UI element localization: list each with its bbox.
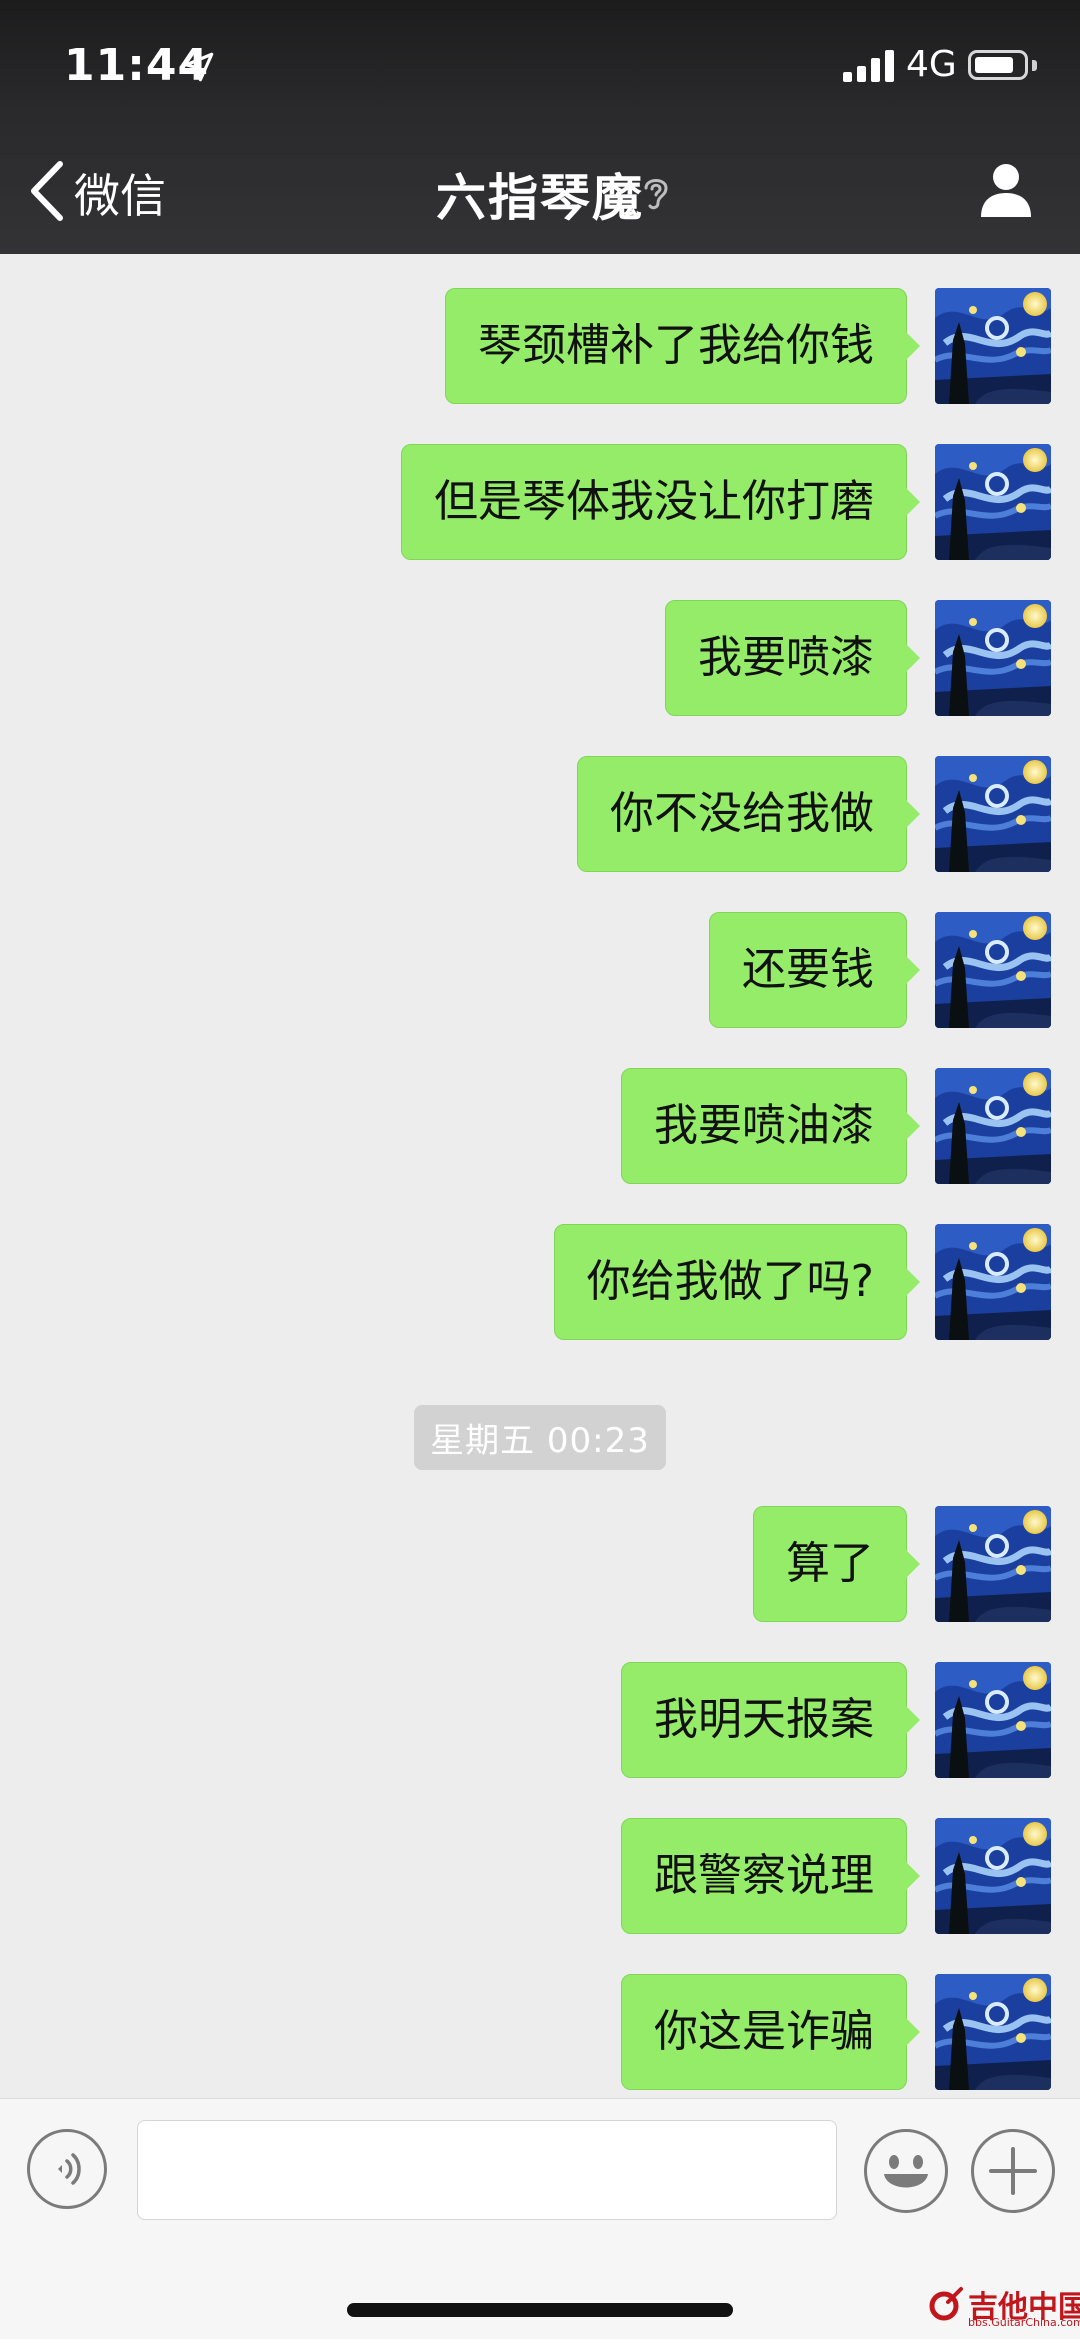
emoji-icon — [884, 2155, 928, 2188]
message-row: 琴颈槽补了我给你钱 — [0, 288, 1080, 404]
bubble-tail — [906, 488, 920, 516]
voice-button[interactable] — [27, 2129, 107, 2209]
battery-cap — [1032, 60, 1037, 71]
avatar[interactable] — [935, 600, 1051, 716]
avatar[interactable] — [935, 1818, 1051, 1934]
message-bubble[interactable]: 但是琴体我没让你打磨 — [401, 444, 907, 560]
message-row: 我要喷漆 — [0, 600, 1080, 716]
message-bubble[interactable]: 跟警察说理 — [621, 1818, 907, 1934]
avatar[interactable] — [935, 912, 1051, 1028]
chat-title: 六指琴魔 — [436, 169, 644, 227]
ear-icon — [644, 179, 668, 210]
timestamp: 星期五 00:23 — [414, 1405, 666, 1470]
emoji-button[interactable] — [864, 2129, 948, 2213]
message-bubble[interactable]: 你这是诈骗 — [621, 1974, 907, 2090]
message-bubble[interactable]: 我要喷油漆 — [621, 1068, 907, 1184]
watermark: 吉他中国 bbs.GuitarChina.com — [928, 2282, 1080, 2332]
nav-title-wrap: 六指琴魔 — [0, 158, 1080, 230]
message-row: 你这是诈骗 — [0, 1974, 1080, 2090]
chat-screen: 11:44 4G 微信 六指琴魔 琴颈槽补了我给你钱 但是琴体我没让你打磨 我要… — [0, 0, 1080, 2339]
message-row: 你给我做了吗? — [0, 1224, 1080, 1340]
plus-icon — [989, 2147, 1037, 2195]
message-bubble[interactable]: 还要钱 — [709, 912, 907, 1028]
message-row: 算了 — [0, 1506, 1080, 1622]
voice-icon — [58, 2153, 81, 2185]
message-bubble[interactable]: 你给我做了吗? — [553, 1224, 907, 1340]
plus-button[interactable] — [971, 2129, 1055, 2213]
bubble-tail — [906, 2018, 920, 2046]
avatar[interactable] — [935, 1974, 1051, 2090]
message-row: 还要钱 — [0, 912, 1080, 1028]
message-row: 但是琴体我没让你打磨 — [0, 444, 1080, 560]
avatar[interactable] — [935, 1662, 1051, 1778]
message-bubble[interactable]: 你不没给我做 — [577, 756, 907, 872]
bubble-tail — [906, 1706, 920, 1734]
message-row: 我明天报案 — [0, 1662, 1080, 1778]
avatar[interactable] — [935, 756, 1051, 872]
message-bubble[interactable]: 我明天报案 — [621, 1662, 907, 1778]
bubble-tail — [906, 1862, 920, 1890]
message-bubble[interactable]: 琴颈槽补了我给你钱 — [445, 288, 907, 404]
bubble-tail — [906, 1268, 920, 1296]
message-row: 你不没给我做 — [0, 756, 1080, 872]
bubble-tail — [906, 800, 920, 828]
timestamp-row: 星期五 00:23 — [0, 1405, 1080, 1470]
home-indicator[interactable] — [347, 2303, 733, 2317]
avatar[interactable] — [935, 1224, 1051, 1340]
bubble-tail — [906, 1550, 920, 1578]
location-arrow-icon — [184, 52, 214, 82]
chat-header: 11:44 4G 微信 六指琴魔 — [0, 0, 1080, 254]
message-row: 跟警察说理 — [0, 1818, 1080, 1934]
message-bubble[interactable]: 我要喷漆 — [665, 600, 907, 716]
signal-bars-icon — [843, 48, 895, 82]
watermark-url: bbs.GuitarChina.com — [968, 2316, 1080, 2329]
guitar-logo-icon — [929, 2287, 963, 2321]
bubble-tail — [906, 1112, 920, 1140]
message-row: 我要喷油漆 — [0, 1068, 1080, 1184]
message-input[interactable] — [137, 2120, 837, 2220]
bubble-tail — [906, 956, 920, 984]
battery-icon — [968, 50, 1028, 80]
avatar[interactable] — [935, 1506, 1051, 1622]
avatar[interactable] — [935, 1068, 1051, 1184]
avatar[interactable] — [935, 288, 1051, 404]
bubble-tail — [906, 332, 920, 360]
profile-icon[interactable] — [978, 160, 1034, 218]
message-bubble[interactable]: 算了 — [753, 1506, 907, 1622]
bubble-tail — [906, 644, 920, 672]
avatar[interactable] — [935, 444, 1051, 560]
network-type: 4G — [906, 44, 957, 85]
